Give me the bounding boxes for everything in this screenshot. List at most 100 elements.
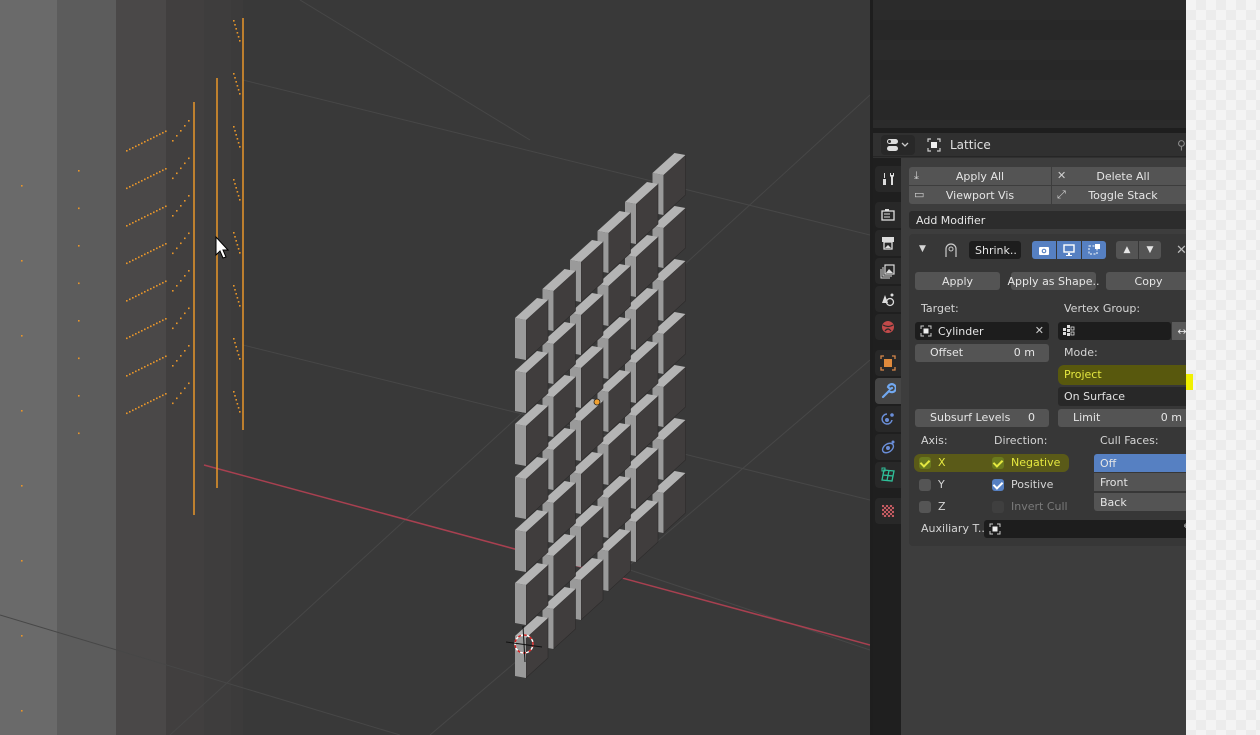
apply-all-button[interactable]: ⤓ Apply All — [909, 167, 1051, 185]
lattice-point — [234, 183, 236, 185]
render-icon — [881, 209, 895, 221]
output-icon — [882, 237, 894, 250]
tab-view-layer[interactable] — [875, 258, 901, 284]
lattice-point — [126, 187, 128, 190]
limit-field[interactable]: Limit 0 m — [1058, 409, 1186, 427]
triangle-down-icon: ▼ — [1146, 245, 1154, 255]
render-toggle[interactable] — [1032, 241, 1056, 259]
cull-option-off[interactable]: Off — [1094, 454, 1186, 472]
tab-object-data[interactable] — [875, 462, 901, 488]
subsurf-levels-field[interactable]: Subsurf Levels 0 — [915, 409, 1049, 427]
tab-world[interactable] — [875, 314, 901, 340]
invert-vertex-group-button[interactable]: ↔ — [1172, 322, 1186, 340]
lattice-point — [162, 132, 164, 134]
checkbox-checked[interactable] — [992, 457, 1004, 469]
cull-option-front[interactable]: Front — [1094, 473, 1186, 491]
vertex-group-field[interactable] — [1058, 322, 1171, 340]
monitor-icon: ▭ — [914, 188, 925, 201]
lattice-point — [156, 210, 158, 212]
add-modifier-dropdown[interactable]: Add Modifier — [909, 211, 1186, 229]
remove-modifier-icon[interactable]: ✕ — [1176, 243, 1186, 258]
modifier-name-field[interactable]: Shrink.. — [969, 241, 1021, 259]
lattice-point — [153, 399, 155, 401]
lattice-point — [236, 350, 239, 352]
tab-object[interactable] — [875, 350, 901, 376]
checkbox-checked[interactable] — [992, 479, 1004, 491]
lattice-point — [141, 180, 143, 182]
lattice-point — [239, 146, 241, 148]
lattice-point — [159, 246, 161, 248]
lattice-point — [156, 322, 158, 325]
snap-mode-dropdown[interactable]: On Surface ⌄ — [1058, 387, 1186, 406]
move-down-button[interactable]: ▼ — [1139, 241, 1161, 259]
tab-modifiers[interactable] — [875, 378, 901, 404]
editor-type-button[interactable] — [881, 135, 915, 155]
lattice-point — [237, 36, 240, 38]
lattice-point — [233, 179, 235, 181]
editmode-toggle[interactable] — [1082, 241, 1106, 259]
lattice-point — [132, 147, 134, 149]
apply-as-shape-button[interactable]: Apply as Shape.. — [1008, 272, 1099, 290]
x-icon: ✕ — [1057, 169, 1067, 182]
checkbox-checked[interactable] — [919, 457, 931, 469]
lattice-point — [184, 312, 186, 315]
delete-all-button[interactable]: ✕ Delete All — [1052, 167, 1186, 185]
lattice-point — [153, 361, 155, 364]
tab-tool[interactable] — [875, 166, 901, 192]
lattice-point — [237, 407, 240, 409]
bg-panel-2 — [57, 0, 116, 735]
tab-particles[interactable] — [875, 406, 901, 432]
tab-scene[interactable] — [875, 286, 901, 312]
tab-render[interactable] — [875, 202, 901, 228]
lattice-point — [172, 177, 174, 180]
import-icon: ⤓ — [914, 169, 919, 182]
lattice-point — [165, 130, 167, 133]
lattice-point — [236, 244, 239, 246]
lattice-point — [141, 255, 143, 257]
viewport-toggle[interactable] — [1057, 241, 1081, 259]
checkbox-unchecked[interactable] — [919, 479, 931, 491]
auxiliary-target-field[interactable]: ✎ — [984, 520, 1186, 538]
lattice-point — [147, 177, 149, 179]
lattice-point — [21, 560, 23, 562]
lattice-point — [135, 370, 137, 373]
tab-texture[interactable] — [875, 498, 901, 524]
offset-field[interactable]: Offset 0 m — [915, 344, 1049, 362]
lattice-point — [233, 285, 235, 287]
lattice-point — [184, 350, 186, 352]
cull-option-back[interactable]: Back — [1094, 493, 1186, 511]
apply-button[interactable]: Apply — [915, 272, 1000, 290]
move-up-button[interactable]: ▲ — [1116, 241, 1138, 259]
triangle-up-icon: ▲ — [1123, 245, 1131, 255]
clear-target-icon[interactable]: ✕ — [1035, 324, 1044, 337]
lattice-point — [129, 298, 131, 301]
lattice-point — [172, 327, 174, 330]
lattice-point — [184, 275, 186, 277]
scene-icon — [882, 293, 895, 307]
wrap-method-dropdown[interactable]: Project ⌄ — [1058, 365, 1186, 384]
3d-viewport[interactable] — [0, 0, 870, 735]
target-object-field[interactable]: Cylinder ✕ — [915, 322, 1049, 340]
lattice-point — [235, 134, 237, 136]
toggle-stack-button[interactable]: ⤢ Toggle Stack — [1052, 186, 1186, 204]
object-origin — [593, 398, 601, 406]
tab-output[interactable] — [875, 230, 901, 256]
lattice-point — [138, 294, 140, 296]
lattice-point — [165, 280, 167, 283]
lattice-point — [132, 334, 134, 337]
copy-button[interactable]: Copy — [1106, 272, 1186, 290]
pin-icon[interactable]: ⚲ — [1177, 138, 1186, 152]
lattice-point — [21, 635, 23, 637]
lattice-point — [156, 135, 158, 137]
tab-physics[interactable] — [875, 434, 901, 460]
lattice-point — [138, 331, 140, 334]
lattice-point — [153, 286, 155, 289]
collapse-toggle-icon[interactable]: ▼ — [919, 244, 926, 254]
lattice-point — [176, 397, 178, 400]
lattice-point — [188, 195, 190, 197]
lattice-point — [237, 195, 240, 197]
outliner[interactable] — [873, 0, 1186, 128]
viewport-vis-button[interactable]: ▭ Viewport Vis — [909, 186, 1051, 204]
lattice-point — [239, 358, 241, 360]
checkbox-unchecked[interactable] — [919, 501, 931, 513]
